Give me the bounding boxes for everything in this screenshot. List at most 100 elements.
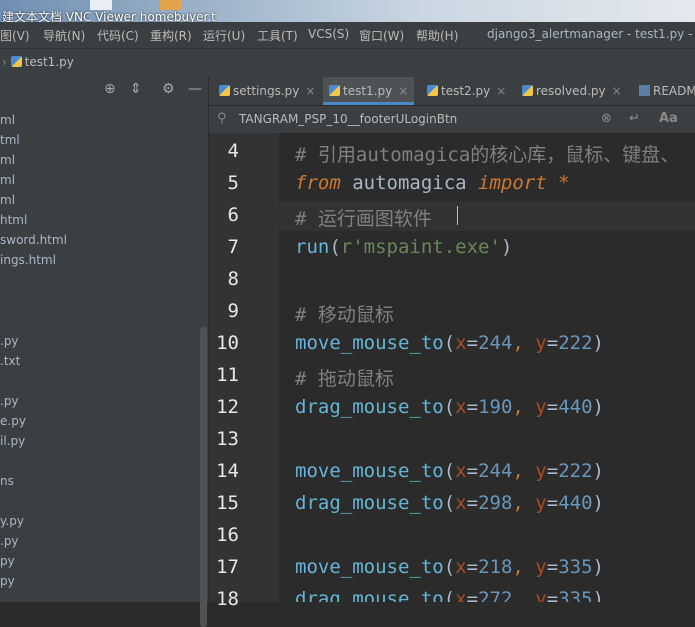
- tree-item[interactable]: il.py: [0, 434, 25, 448]
- line-number-gutter: 4 5 6 7 8 9 10 11 12 13 14 15 16 17 18: [209, 133, 279, 610]
- menu-tools[interactable]: 工具(T): [257, 27, 298, 44]
- desktop-taskbar-text: 建文本文档 VNC Viewer homebuyer.t: [2, 10, 216, 22]
- keyword: import: [478, 172, 547, 194]
- equals: =: [546, 588, 559, 602]
- param-x: x: [455, 460, 467, 482]
- close-icon[interactable]: ×: [612, 84, 622, 98]
- menu-code[interactable]: 代码(C): [97, 27, 139, 44]
- menu-window[interactable]: 窗口(W): [359, 27, 404, 44]
- tree-item[interactable]: e.py: [0, 414, 26, 428]
- paren: (: [443, 396, 456, 418]
- line-number: 4: [227, 140, 239, 162]
- tree-item[interactable]: .py: [0, 334, 19, 348]
- equals: =: [546, 492, 559, 514]
- tab-resolved[interactable]: resolved.py ×: [522, 77, 622, 105]
- function-name: move_mouse_to: [295, 460, 444, 482]
- line-number: 11: [216, 364, 239, 386]
- hide-panel-icon[interactable]: —: [188, 81, 202, 97]
- menu-bar: 图(V) 导航(N) 代码(C) 重构(R) 运行(U) 工具(T) VCS(S…: [0, 22, 695, 48]
- param-y: y: [535, 556, 547, 578]
- text-cursor: [457, 206, 458, 225]
- search-bar: ⚲ TANGRAM_PSP_10__footerULoginBtn ⊗ ↵ Aa: [209, 105, 695, 134]
- module-name: automagica: [340, 172, 479, 194]
- tree-item[interactable]: ings.html: [0, 253, 56, 267]
- window-title: django3_alertmanager - test1.py -: [487, 27, 693, 41]
- paren: ): [592, 396, 604, 418]
- number: 222: [558, 460, 593, 482]
- operator: *: [546, 172, 570, 194]
- close-icon[interactable]: ×: [398, 84, 408, 98]
- line-number: 18: [216, 588, 239, 610]
- close-icon[interactable]: ×: [305, 84, 315, 98]
- line-number: 7: [227, 236, 239, 258]
- tree-item[interactable]: .py: [0, 534, 19, 548]
- equals: =: [466, 396, 479, 418]
- close-icon[interactable]: ×: [496, 84, 506, 98]
- tree-item[interactable]: .py: [0, 394, 19, 408]
- line-number: 13: [216, 428, 239, 450]
- paren: (: [443, 332, 456, 354]
- comma: ,: [512, 460, 536, 482]
- number: 244: [478, 460, 513, 482]
- code-line-12: drag_mouse_to(x=190, y=440): [295, 396, 604, 418]
- locate-icon[interactable]: ⊕: [104, 81, 116, 97]
- tab-settings[interactable]: settings.py ×: [219, 77, 315, 105]
- code-line-6: # 运行画图软件: [295, 208, 432, 230]
- function-name: run: [295, 236, 330, 258]
- equals: =: [546, 396, 559, 418]
- tree-item[interactable]: ns: [0, 474, 14, 488]
- tree-item[interactable]: tml: [0, 133, 20, 147]
- breadcrumb[interactable]: › test1.py: [2, 55, 74, 69]
- line-number: 15: [216, 492, 239, 514]
- sidebar-scrollbar[interactable]: [200, 327, 207, 627]
- collapse-all-icon[interactable]: ⇕: [130, 81, 142, 97]
- number: 298: [478, 492, 513, 514]
- tab-test1[interactable]: test1.py ×: [323, 77, 415, 105]
- gear-icon[interactable]: ⚙: [162, 81, 175, 97]
- menu-view[interactable]: 图(V): [0, 27, 30, 44]
- menu-help[interactable]: 帮助(H): [416, 27, 458, 44]
- tree-item[interactable]: py: [0, 574, 15, 588]
- line-number: 5: [227, 172, 239, 194]
- line-number: 16: [216, 524, 239, 546]
- tree-item[interactable]: ml: [0, 173, 15, 187]
- comma: ,: [512, 556, 536, 578]
- match-case-icon[interactable]: Aa: [659, 111, 678, 126]
- tree-item[interactable]: ml: [0, 193, 15, 207]
- function-name: drag_mouse_to: [295, 492, 444, 514]
- python-file-icon: [329, 85, 340, 96]
- menu-run[interactable]: 运行(U): [203, 27, 245, 44]
- menu-vcs[interactable]: VCS(S): [308, 27, 349, 41]
- search-icon[interactable]: ⚲: [217, 111, 227, 126]
- tab-test2[interactable]: test2.py ×: [427, 77, 506, 105]
- tree-item[interactable]: .txt: [0, 354, 20, 368]
- tree-item[interactable]: py: [0, 554, 15, 568]
- line-number: 6: [227, 204, 239, 226]
- tab-readme[interactable]: READM: [639, 77, 695, 105]
- tab-label: test2.py: [441, 84, 491, 98]
- tree-item[interactable]: html: [0, 213, 27, 227]
- menu-navigate[interactable]: 导航(N): [43, 27, 85, 44]
- tree-item[interactable]: ml: [0, 113, 15, 127]
- tree-item[interactable]: y.py: [0, 514, 24, 528]
- line-number: 14: [216, 460, 239, 482]
- param-y: y: [535, 396, 547, 418]
- code-editor[interactable]: # 引用automagica的核心库，鼠标、键盘、 from automagic…: [279, 133, 695, 602]
- number: 335: [558, 556, 593, 578]
- tree-item[interactable]: ml: [0, 153, 15, 167]
- equals: =: [466, 556, 479, 578]
- line-number: 12: [216, 396, 239, 418]
- code-line-11: # 拖动鼠标: [295, 368, 394, 390]
- search-input[interactable]: TANGRAM_PSP_10__footerULoginBtn: [239, 112, 457, 126]
- menu-refactor[interactable]: 重构(R): [150, 27, 192, 44]
- python-file-icon: [10, 56, 22, 67]
- tab-label: test1.py: [343, 84, 393, 98]
- number: 335: [558, 588, 593, 602]
- param-y: y: [535, 332, 547, 354]
- project-tree: ⊕ ⇕ ⚙ — ml tml ml ml ml html sword.html …: [0, 77, 209, 627]
- paren: ): [592, 460, 604, 482]
- tree-item[interactable]: sword.html: [0, 233, 67, 247]
- clear-icon[interactable]: ⊗: [601, 111, 612, 126]
- paren: (: [443, 460, 456, 482]
- new-line-icon[interactable]: ↵: [629, 111, 640, 126]
